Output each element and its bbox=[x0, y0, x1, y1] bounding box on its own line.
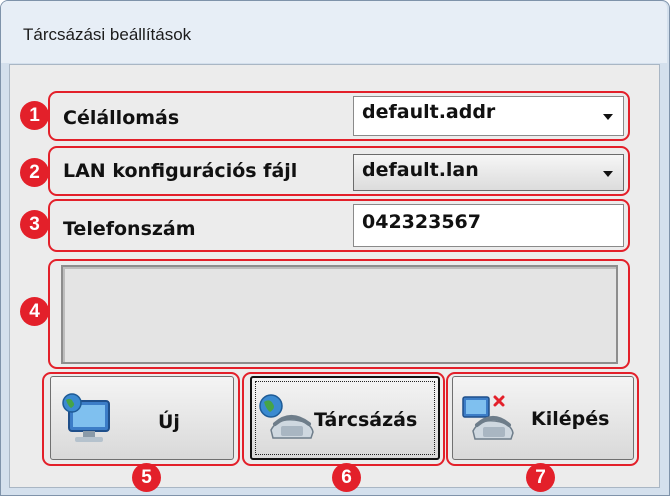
status-message-area bbox=[61, 265, 618, 364]
exit-button[interactable]: Kilépés bbox=[452, 376, 634, 460]
target-select[interactable]: default.addr bbox=[353, 96, 624, 136]
globe-phone-icon bbox=[259, 394, 314, 439]
new-button-label: Új bbox=[158, 411, 180, 433]
dropdown-arrow-icon[interactable] bbox=[603, 114, 613, 120]
lan-config-select-value: default.lan bbox=[362, 159, 479, 181]
dial-button[interactable]: Tárcsázás bbox=[250, 376, 440, 460]
target-label: Célállomás bbox=[63, 107, 180, 129]
annotation-badge-2: 2 bbox=[20, 158, 49, 187]
annotation-badge-6: 6 bbox=[332, 463, 361, 492]
annotation-badge-1: 1 bbox=[20, 101, 49, 130]
dial-button-label: Tárcsázás bbox=[314, 409, 418, 431]
computer-phone-disconnect-icon bbox=[462, 395, 514, 440]
new-button[interactable]: Új bbox=[50, 376, 234, 460]
dropdown-arrow-icon[interactable] bbox=[603, 171, 613, 177]
computer-globe-icon bbox=[62, 393, 110, 442]
phone-number-value: 042323567 bbox=[362, 211, 481, 233]
annotation-badge-7: 7 bbox=[526, 463, 555, 492]
annotation-badge-5: 5 bbox=[132, 463, 161, 492]
exit-button-label: Kilépés bbox=[531, 408, 610, 430]
lan-config-label: LAN konfigurációs fájl bbox=[63, 160, 298, 182]
window-title: Tárcsázási beállítások bbox=[23, 25, 192, 44]
phone-number-input[interactable]: 042323567 bbox=[353, 204, 624, 247]
annotation-badge-3: 3 bbox=[20, 210, 49, 239]
target-select-value: default.addr bbox=[362, 101, 496, 123]
lan-config-select[interactable]: default.lan bbox=[353, 154, 624, 191]
phone-label: Telefonszám bbox=[63, 218, 196, 240]
annotation-badge-4: 4 bbox=[20, 297, 49, 326]
